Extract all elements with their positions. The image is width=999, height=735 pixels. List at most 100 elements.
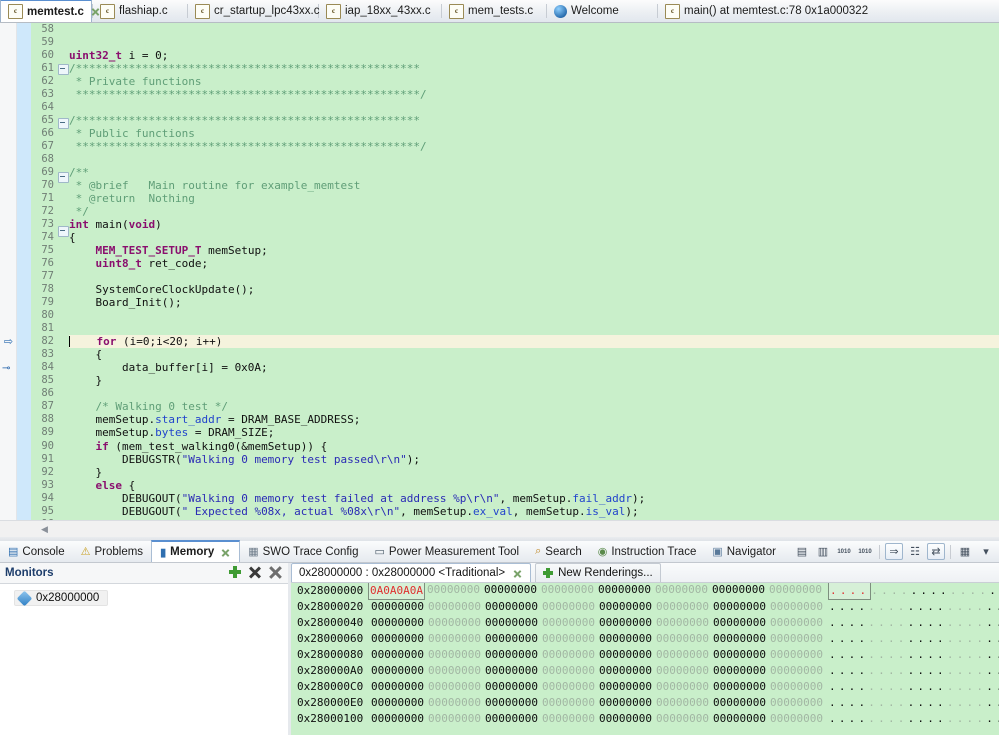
code-line[interactable] bbox=[69, 309, 999, 322]
memory-cell[interactable]: 00000000 bbox=[596, 583, 653, 600]
memory-cell[interactable]: 00000000 bbox=[483, 711, 540, 727]
traditional-memory-rendering[interactable]: 0x28000000 0A0A0A0A 00000000 00000000 000000… bbox=[291, 583, 999, 735]
code-line[interactable]: MEM_TEST_SETUP_T memSetup; bbox=[69, 244, 999, 257]
memory-cell[interactable]: 00000000 bbox=[483, 695, 540, 711]
code-line[interactable] bbox=[69, 322, 999, 335]
memory-cell[interactable]: 00000000 bbox=[654, 679, 711, 695]
memory-cell[interactable]: 00000000 bbox=[369, 695, 426, 711]
memory-cell[interactable]: 00000000 bbox=[654, 695, 711, 711]
memory-ascii-column[interactable]: ................................ bbox=[825, 647, 999, 663]
code-line[interactable]: * @return Nothing bbox=[69, 192, 999, 205]
memory-row[interactable]: 0x280000E0 00000000 00000000 00000000 000000… bbox=[291, 695, 999, 711]
memory-row[interactable]: 0x28000080 00000000 00000000 00000000 000000… bbox=[291, 647, 999, 663]
memory-cell[interactable]: 00000000 bbox=[711, 679, 768, 695]
scroll-left-icon[interactable]: ◀ bbox=[38, 523, 51, 536]
toggle-split-pane-icon[interactable]: ☷ bbox=[906, 543, 924, 560]
memory-cell[interactable]: 00000000 bbox=[369, 631, 426, 647]
editor-tab-main-at-memtest-c-78-0x1a000322[interactable]: c main() at memtest.c:78 0x1a000322 bbox=[658, 0, 908, 22]
fold-toggle-icon[interactable] bbox=[58, 118, 69, 130]
plus-icon[interactable] bbox=[229, 566, 241, 578]
code-editor[interactable]: ⇨ ⊸ 58 59 60 61 62 63 64 65 66 67 68 69 70 71 72 73 74 75 7… bbox=[0, 23, 999, 520]
memory-ascii-column[interactable]: ................................ bbox=[824, 583, 999, 600]
memory-cell[interactable]: 00000000 bbox=[483, 631, 540, 647]
memory-cell[interactable]: 00000000 bbox=[426, 631, 483, 647]
memory-cell[interactable]: 00000000 bbox=[482, 583, 539, 600]
new-memory-view-icon[interactable]: ▤ bbox=[793, 543, 811, 560]
x-icon[interactable] bbox=[249, 566, 261, 578]
code-line[interactable]: SystemCoreClockUpdate(); bbox=[69, 283, 999, 296]
memory-cell[interactable]: 00000000 bbox=[597, 663, 654, 679]
memory-cell[interactable]: 00000000 bbox=[425, 583, 482, 600]
memory-cell[interactable]: 00000000 bbox=[426, 711, 483, 727]
memory-ascii-column[interactable]: ................................ bbox=[825, 695, 999, 711]
memory-cell[interactable]: 00000000 bbox=[767, 583, 824, 600]
code-line[interactable]: for (i=0;i<20; i++) bbox=[69, 335, 999, 349]
memory-row[interactable]: 0x28000000 0A0A0A0A 00000000 00000000 000000… bbox=[291, 583, 999, 600]
code-line[interactable]: /***************************************… bbox=[69, 114, 999, 127]
code-line[interactable]: DEBUGSTR("Walking 0 memory test passed\r… bbox=[69, 453, 999, 466]
memory-cell[interactable]: 00000000 bbox=[711, 615, 768, 631]
editor-horizontal-scrollbar[interactable]: ◀ bbox=[0, 520, 999, 537]
memory-cell[interactable]: 00000000 bbox=[426, 599, 483, 615]
fold-toggle-icon[interactable] bbox=[58, 226, 69, 238]
code-line[interactable]: /***************************************… bbox=[69, 62, 999, 75]
memory-cell[interactable]: 00000000 bbox=[540, 679, 597, 695]
editor-folding-column[interactable] bbox=[58, 23, 69, 520]
view-menu-icon[interactable]: ▦ bbox=[956, 543, 974, 560]
bottom-tab-instruction-trace[interactable]: ◉ Instruction Trace bbox=[590, 541, 705, 563]
code-line[interactable]: Board_Init(); bbox=[69, 296, 999, 309]
code-line[interactable]: DEBUGOUT(" Expected %08x, actual %08x\r\… bbox=[69, 505, 999, 518]
memory-cell[interactable]: 00000000 bbox=[711, 663, 768, 679]
memory-cell[interactable]: 00000000 bbox=[597, 647, 654, 663]
memory-row[interactable]: 0x28000040 00000000 00000000 00000000 000000… bbox=[291, 615, 999, 631]
close-icon[interactable] bbox=[512, 568, 523, 579]
code-line[interactable]: int main(void) bbox=[69, 218, 999, 231]
code-line[interactable]: memSetup.start_addr = DRAM_BASE_ADDRESS; bbox=[69, 413, 999, 426]
import-binary-icon[interactable]: 1010 bbox=[835, 543, 853, 560]
link-memory-rendering-icon[interactable]: ⇒ bbox=[885, 543, 903, 560]
memory-cell[interactable]: 00000000 bbox=[597, 695, 654, 711]
memory-cell[interactable]: 00000000 bbox=[768, 647, 825, 663]
code-line[interactable]: /** bbox=[69, 166, 999, 179]
code-line[interactable]: * @brief Main routine for example_memtes… bbox=[69, 179, 999, 192]
code-line[interactable]: else { bbox=[69, 479, 999, 492]
memory-cell[interactable]: 00000000 bbox=[711, 599, 768, 615]
code-line[interactable]: * Public functions bbox=[69, 127, 999, 140]
bottom-tab-navigator[interactable]: ▣ Navigator bbox=[704, 541, 784, 563]
memory-cell[interactable]: 00000000 bbox=[654, 599, 711, 615]
memory-row[interactable]: 0x28000060 00000000 00000000 00000000 000000… bbox=[291, 631, 999, 647]
memory-cell[interactable]: 00000000 bbox=[540, 615, 597, 631]
x-all-icon[interactable] bbox=[269, 566, 282, 578]
memory-cell[interactable]: 00000000 bbox=[768, 711, 825, 727]
memory-cell[interactable]: 00000000 bbox=[768, 695, 825, 711]
memory-cell[interactable]: 00000000 bbox=[768, 663, 825, 679]
toggle-memory-monitors-pane-icon[interactable]: ⇄ bbox=[927, 543, 945, 560]
breakpoint-icon[interactable]: ⊸ bbox=[2, 363, 15, 374]
memory-cell[interactable]: 00000000 bbox=[426, 663, 483, 679]
bottom-tab-problems[interactable]: ⚠ Problems bbox=[73, 541, 151, 563]
memory-ascii-column[interactable]: ................................ bbox=[825, 711, 999, 727]
memory-cell[interactable]: 00000000 bbox=[653, 583, 710, 600]
code-line[interactable] bbox=[69, 153, 999, 166]
memory-cell[interactable]: 00000000 bbox=[597, 679, 654, 695]
code-line[interactable] bbox=[69, 270, 999, 283]
editor-tab-mem-tests-c[interactable]: c mem_tests.c bbox=[442, 0, 546, 22]
memory-ascii-column[interactable]: ................................ bbox=[825, 615, 999, 631]
memory-row[interactable]: 0x28000100 00000000 00000000 00000000 000000… bbox=[291, 711, 999, 727]
memory-cell[interactable]: 00000000 bbox=[768, 615, 825, 631]
bottom-tab-swo-trace-config[interactable]: ▦ SWO Trace Config bbox=[240, 541, 366, 563]
memory-cell[interactable]: 00000000 bbox=[369, 679, 426, 695]
memory-cell[interactable]: 00000000 bbox=[426, 647, 483, 663]
code-line[interactable]: uint8_t ret_code; bbox=[69, 257, 999, 270]
memory-ascii-column[interactable]: ................................ bbox=[825, 631, 999, 647]
editor-tab-cr-startup-lpc43xx-c[interactable]: c cr_startup_lpc43xx.c bbox=[188, 0, 319, 22]
memory-cell[interactable]: 00000000 bbox=[710, 583, 767, 600]
code-line[interactable]: */ bbox=[69, 205, 999, 218]
view-menu-chevron-icon[interactable]: ▾ bbox=[977, 543, 995, 560]
memory-cell[interactable]: 00000000 bbox=[597, 615, 654, 631]
memory-cell[interactable]: 00000000 bbox=[768, 679, 825, 695]
code-line[interactable]: ****************************************… bbox=[69, 140, 999, 153]
code-line[interactable]: * Private functions bbox=[69, 75, 999, 88]
memory-cell[interactable]: 00000000 bbox=[654, 711, 711, 727]
memory-row[interactable]: 0x28000020 00000000 00000000 00000000 000000… bbox=[291, 599, 999, 615]
